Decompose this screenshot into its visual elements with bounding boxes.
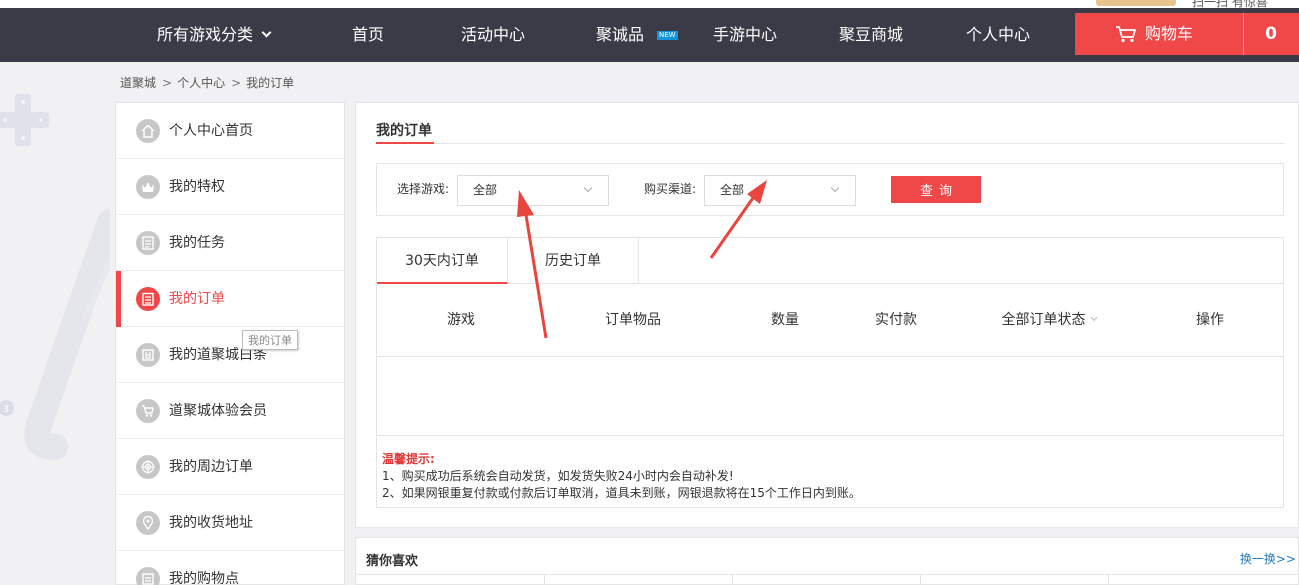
recommend-divider: [356, 574, 1298, 575]
top-strip: 扫一扫 有惊喜: [0, 0, 1299, 9]
page-title: 我的订单: [376, 123, 432, 139]
sidebar-item-label: 我的订单: [169, 291, 225, 307]
column-items: 订单物品: [605, 312, 661, 328]
nav-personal-center[interactable]: 个人中心: [966, 8, 1030, 62]
breadcrumb-item[interactable]: 个人中心: [177, 76, 225, 90]
svg-text:3: 3: [3, 405, 9, 415]
nav-juchengpin[interactable]: 聚诚品 NEW: [596, 8, 678, 62]
crown-icon: [136, 175, 160, 199]
hover-tooltip: 我的订单: [242, 330, 298, 350]
tab-history[interactable]: 历史订单: [508, 238, 639, 284]
member-icon: [136, 399, 160, 423]
channel-select-value: 全部: [720, 183, 745, 197]
sidebar-item-label: 道聚城体验会员: [169, 403, 267, 419]
nav-all-games[interactable]: 所有游戏分类: [157, 8, 272, 62]
recommend-col-divider: [1108, 575, 1109, 585]
cart-icon: [1116, 26, 1136, 43]
tab-30-days[interactable]: 30天内订单: [377, 238, 508, 284]
nav-bean-mall[interactable]: 聚豆商城: [839, 8, 903, 62]
sidebar-item-privilege[interactable]: 我的特权: [116, 159, 344, 215]
channel-select[interactable]: 全部: [704, 175, 856, 206]
column-status-filter[interactable]: 全部订单状态: [1001, 284, 1098, 357]
new-badge: NEW: [657, 31, 678, 40]
sidebar-item-label: 我的收货地址: [169, 515, 253, 531]
tips-line: 2、如果网银重复付款或付款后订单取消，道具未到账，网银退款将在15个工作日内到账…: [382, 486, 861, 500]
breadcrumb-sep: >: [231, 76, 242, 90]
cart-label: 购物车: [1145, 24, 1194, 43]
orders-table-header: 游戏 订单物品 数量 实付款 全部订单状态 操作: [377, 284, 1283, 357]
sidebar-item-orders[interactable]: 我的订单: [116, 271, 344, 327]
breadcrumb-current: 我的订单: [246, 76, 295, 90]
sidebar-item-label: 我的任务: [169, 235, 225, 251]
sidebar-item-member[interactable]: 道聚城体验会员: [116, 383, 344, 439]
order-tabs: 30天内订单 历史订单: [377, 238, 1283, 284]
title-underline: [376, 142, 434, 144]
orders-table-box: 30天内订单 历史订单 游戏 订单物品 数量 实付款 全部订单状态 操作 温馨提…: [376, 237, 1284, 508]
sidebar-item-label: 我的特权: [169, 179, 225, 195]
recommend-col-divider: [544, 575, 545, 585]
credit-icon: [136, 343, 160, 367]
sidebar-item-peripheral-orders[interactable]: 我的周边订单: [116, 439, 344, 495]
breadcrumb-item[interactable]: 道聚城: [120, 76, 156, 90]
tips-line: 1、购买成功后系统会自动发货，如发货失败24小时内会自动补发!: [382, 469, 734, 483]
recommend-section: 猜你喜欢 换一换>>: [355, 537, 1299, 585]
main-nav: 所有游戏分类 首页 活动中心 聚诚品 NEW 手游中心 聚豆商城 个人中心 购物车…: [0, 8, 1299, 62]
nav-home[interactable]: 首页: [352, 8, 384, 62]
sidebar-item-label: 我的周边订单: [169, 459, 253, 475]
sidebar-item-credit[interactable]: 我的道聚城白条: [116, 327, 344, 383]
sidebar-item-label: 我的购物点: [169, 571, 239, 585]
nav-mobile-games[interactable]: 手游中心: [713, 8, 777, 62]
sidebar: 个人中心首页 我的特权 我的任务 我的订单 我的道聚城白条 道聚城体验会员 我的…: [115, 102, 345, 585]
column-game: 游戏: [447, 312, 475, 328]
cart-button[interactable]: 购物车 0: [1075, 13, 1299, 55]
tips-block: 温馨提示: 1、购买成功后系统会自动发货，如发货失败24小时内会自动补发! 2、…: [382, 451, 1272, 502]
qr-thumbnail: [1096, 0, 1176, 6]
column-quantity: 数量: [771, 312, 799, 328]
task-list-icon: [136, 231, 160, 255]
tips-divider: [377, 435, 1283, 436]
orders-panel: 我的订单 选择游戏: 全部 购买渠道: 全部 查询 30天内订单 历史订单 游戏…: [355, 102, 1299, 528]
cart-count: 0: [1265, 24, 1277, 44]
chevron-down-icon: [583, 183, 593, 193]
recommend-col-divider: [732, 575, 733, 585]
game-filter-label: 选择游戏:: [397, 182, 450, 196]
sidebar-item-tasks[interactable]: 我的任务: [116, 215, 344, 271]
location-pin-icon: [136, 511, 160, 535]
chevron-down-icon: [1090, 313, 1098, 322]
title-divider: [376, 143, 1284, 144]
target-icon: [136, 455, 160, 479]
breadcrumb: 道聚城 > 个人中心 > 我的订单: [120, 74, 297, 91]
column-actions: 操作: [1196, 312, 1224, 328]
chevron-down-icon: [261, 27, 272, 38]
sidebar-item-label: 个人中心首页: [169, 123, 253, 139]
game-select-value: 全部: [473, 183, 498, 197]
query-button[interactable]: 查询: [891, 176, 981, 203]
order-list-icon: [136, 287, 160, 311]
points-icon: [136, 567, 160, 585]
sidebar-item-address[interactable]: 我的收货地址: [116, 495, 344, 551]
breadcrumb-sep: >: [162, 76, 173, 90]
recommend-col-divider: [920, 575, 921, 585]
refresh-link[interactable]: 换一换>>: [1240, 550, 1296, 567]
background-gamepad-decoration: 3: [0, 94, 110, 460]
sidebar-item-home[interactable]: 个人中心首页: [116, 103, 344, 159]
sidebar-item-points[interactable]: 我的购物点: [116, 551, 344, 585]
nav-activity[interactable]: 活动中心: [461, 8, 525, 62]
chevron-down-icon: [830, 183, 840, 193]
nav-all-games-label: 所有游戏分类: [157, 25, 254, 44]
order-filter-bar: 选择游戏: 全部 购买渠道: 全部 查询: [376, 163, 1284, 216]
recommend-title: 猜你喜欢: [366, 554, 419, 569]
home-icon: [136, 119, 160, 143]
game-select[interactable]: 全部: [457, 175, 609, 206]
column-paid: 实付款: [875, 312, 917, 328]
column-status-label: 全部订单状态: [1001, 312, 1086, 328]
channel-filter-label: 购买渠道:: [644, 182, 697, 196]
nav-juchengpin-label: 聚诚品: [596, 25, 645, 44]
tips-title: 温馨提示:: [382, 452, 435, 466]
